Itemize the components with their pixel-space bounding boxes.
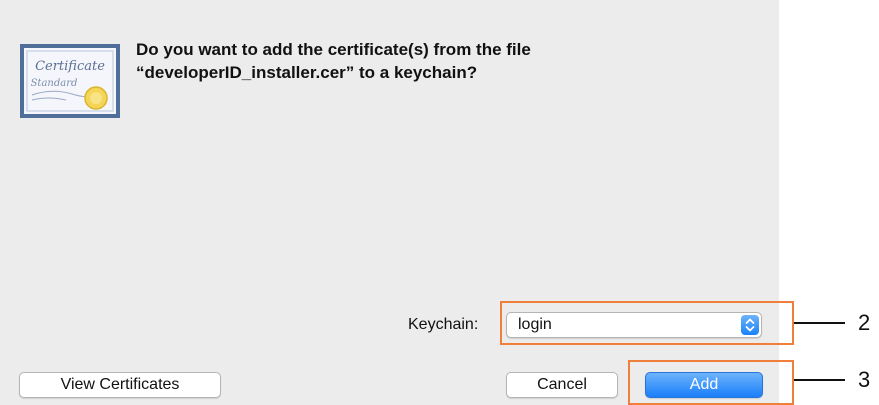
dialog-message-line-1: Do you want to add the certificate(s) fr… xyxy=(136,40,531,59)
keychain-highlight-box xyxy=(500,301,794,345)
callout-leader-line-3 xyxy=(794,379,845,381)
callout-leader-line-2 xyxy=(794,322,845,324)
cancel-button[interactable]: Cancel xyxy=(506,372,618,398)
dialog-message: Do you want to add the certificate(s) fr… xyxy=(136,38,696,84)
keychain-label: Keychain: xyxy=(408,316,479,333)
svg-text:Standard: Standard xyxy=(31,78,78,89)
add-button-highlight-box xyxy=(628,360,794,405)
view-certificates-button[interactable]: View Certificates xyxy=(19,372,221,398)
dialog-message-line-2: “developerID_installer.cer” to a keychai… xyxy=(136,63,478,82)
certificate-icon: Certificate Standard xyxy=(18,38,122,120)
callout-number-2: 2 xyxy=(858,310,871,335)
svg-text:Certificate: Certificate xyxy=(35,59,105,74)
callout-number-3: 3 xyxy=(858,367,871,392)
